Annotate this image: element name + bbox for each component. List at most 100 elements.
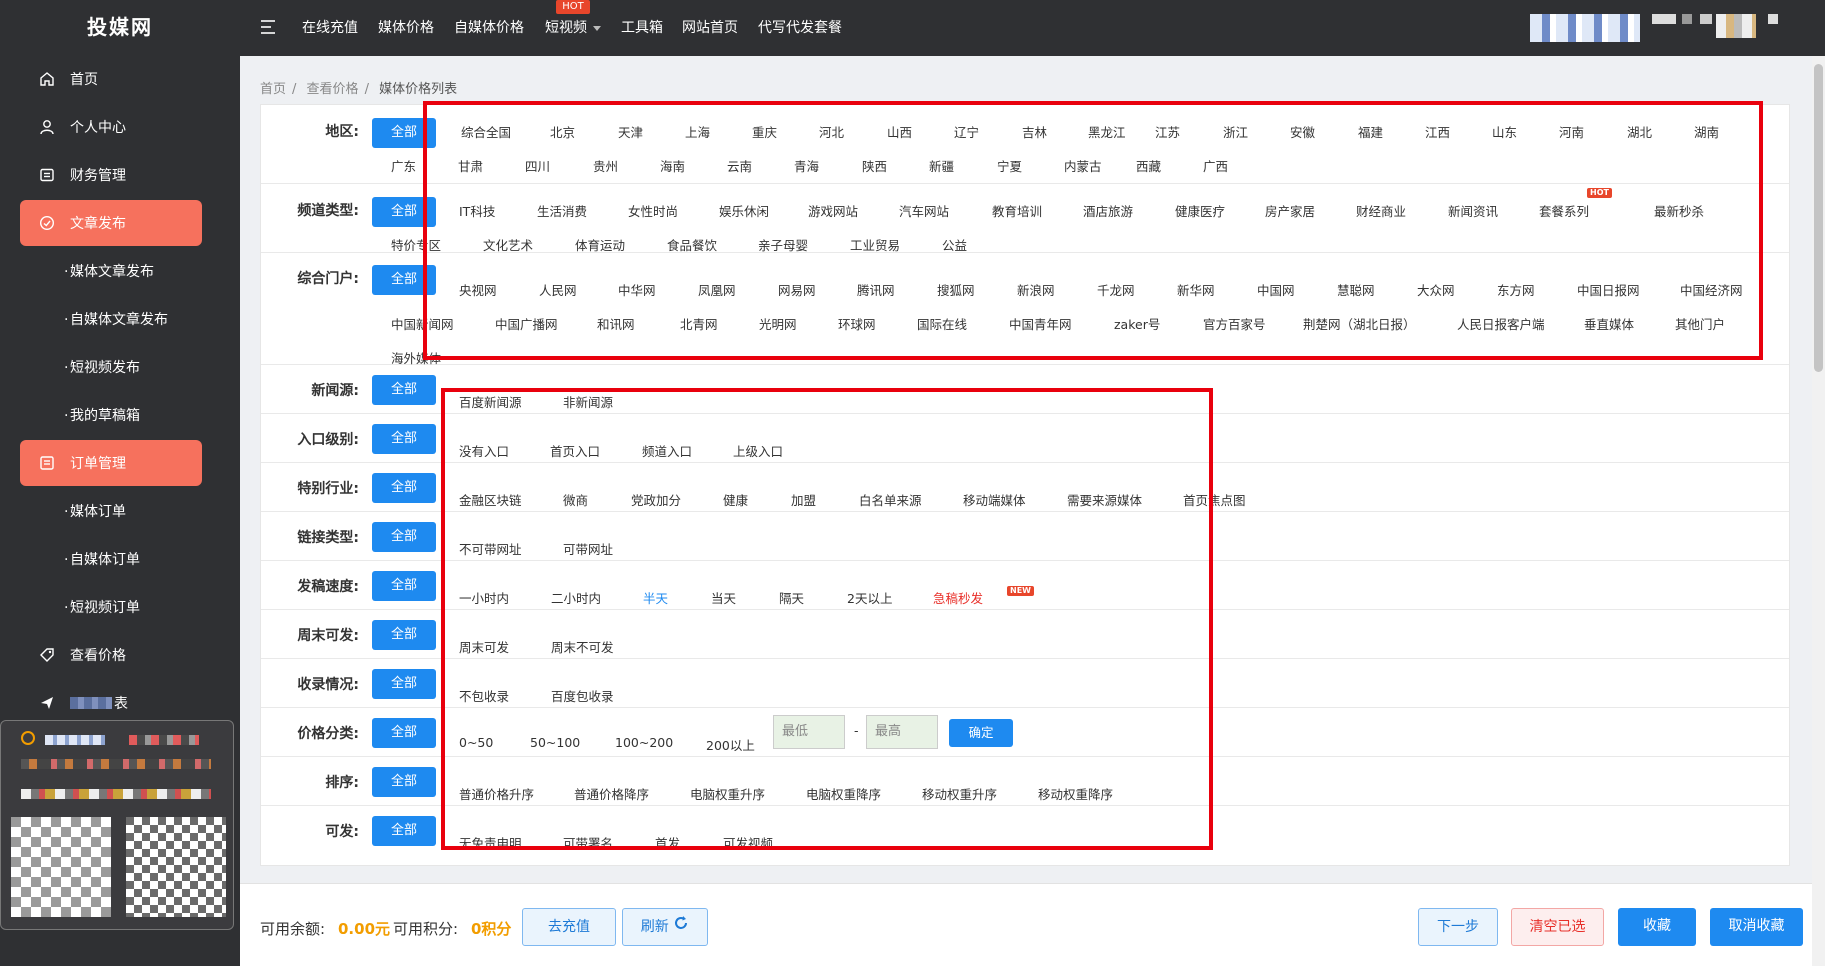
filter-option[interactable]: 可带网址 [563, 539, 613, 558]
filter-option[interactable]: IT科技 [459, 201, 495, 220]
filter-option[interactable]: 新疆 [929, 156, 954, 175]
filter-option[interactable]: 不包收录 [459, 686, 509, 705]
filter-option[interactable]: 汽车网站 [899, 201, 949, 220]
filter-option[interactable]: 房产家居 [1265, 201, 1315, 220]
recharge-button[interactable]: 去充值 [522, 908, 616, 946]
filter-option[interactable]: 北京 [550, 122, 575, 141]
filter-option[interactable]: zaker号 [1114, 314, 1160, 333]
filter-option[interactable]: 浙江 [1223, 122, 1248, 141]
filter-all-button[interactable]: 全部 [372, 118, 436, 148]
filter-option[interactable]: 食品餐饮 [667, 235, 717, 254]
filter-option[interactable]: 网易网 [778, 280, 816, 299]
filter-option[interactable]: 首发 [655, 833, 680, 852]
price-confirm-button[interactable]: 确定 [949, 719, 1013, 747]
filter-option[interactable]: 健康医疗 [1175, 201, 1225, 220]
nav-toolbox[interactable]: 工具箱 [621, 0, 663, 56]
breadcrumb-home[interactable]: 首页 [260, 82, 286, 97]
filter-option[interactable]: 云南 [727, 156, 752, 175]
filter-option[interactable]: 上级入口 [733, 441, 783, 460]
scrollbar-thumb[interactable] [1814, 64, 1823, 372]
filter-option[interactable]: 半天 [643, 588, 668, 607]
filter-option[interactable]: 100~200 [615, 735, 673, 750]
menu-toggle-icon[interactable] [260, 18, 278, 36]
filter-option[interactable]: 中国经济网 [1680, 280, 1743, 299]
filter-option[interactable]: 需要来源媒体 [1067, 490, 1142, 509]
filter-option[interactable]: 西藏 [1136, 156, 1161, 175]
favorite-button[interactable]: 收藏 [1618, 908, 1696, 946]
filter-all-button[interactable]: 全部 [372, 767, 436, 797]
filter-option[interactable]: 山西 [887, 122, 912, 141]
filter-option[interactable]: 河南 [1559, 122, 1584, 141]
filter-option[interactable]: 非新闻源 [563, 392, 613, 411]
next-step-button[interactable]: 下一步 [1418, 908, 1498, 946]
filter-option[interactable]: 生活消费 [537, 201, 587, 220]
filter-option[interactable]: 无免责申明 [459, 833, 522, 852]
filter-option[interactable]: 首页入口 [550, 441, 600, 460]
filter-option[interactable]: 广西 [1203, 156, 1228, 175]
filter-option[interactable]: 重庆 [752, 122, 777, 141]
filter-option[interactable]: 中华网 [618, 280, 656, 299]
filter-option[interactable]: 亲子母婴 [758, 235, 808, 254]
filter-option[interactable]: 北青网 [680, 314, 718, 333]
filter-option[interactable]: 海南 [660, 156, 685, 175]
filter-option[interactable]: 周末不可发 [551, 637, 614, 656]
filter-option[interactable]: 娱乐休闲 [719, 201, 769, 220]
filter-option[interactable]: 加盟 [791, 490, 816, 509]
filter-option[interactable]: 综合全国 [461, 122, 511, 141]
filter-option[interactable]: 可带署名 [563, 833, 613, 852]
filter-all-button[interactable]: 全部 [372, 816, 436, 846]
filter-option[interactable]: 首页焦点图 [1183, 490, 1246, 509]
filter-option[interactable]: 财经商业 [1356, 201, 1406, 220]
filter-option[interactable]: 公益 [942, 235, 967, 254]
filter-option[interactable]: 酒店旅游 [1083, 201, 1133, 220]
app-logo[interactable]: 投媒网 [0, 0, 240, 56]
filter-option[interactable]: 广东 [391, 156, 416, 175]
filter-option[interactable]: 四川 [525, 156, 550, 175]
page-scrollbar[interactable] [1812, 56, 1825, 966]
filter-all-button[interactable]: 全部 [372, 571, 436, 601]
filter-option[interactable]: 青海 [794, 156, 819, 175]
filter-option[interactable]: 中国广播网 [495, 314, 558, 333]
sidebar-subitem-media-orders[interactable]: 媒体订单 [64, 497, 126, 527]
filter-option[interactable]: 和讯网 [597, 314, 635, 333]
filter-option[interactable]: 湖北 [1627, 122, 1652, 141]
nav-recharge[interactable]: 在线充值 [302, 0, 358, 56]
filter-option[interactable]: 移动权重升序 [922, 784, 997, 803]
filter-option[interactable]: 特价专区 [391, 235, 441, 254]
sidebar-item-article-publish[interactable]: 文章发布 [20, 200, 202, 246]
filter-option[interactable]: 频道入口 [642, 441, 692, 460]
filter-all-button[interactable]: 全部 [372, 473, 436, 503]
filter-option[interactable]: 百度包收录 [551, 686, 614, 705]
filter-option[interactable]: 教育培训 [992, 201, 1042, 220]
filter-option[interactable]: 移动端媒体 [963, 490, 1026, 509]
filter-option[interactable]: 光明网 [759, 314, 797, 333]
filter-option[interactable]: 新华网 [1177, 280, 1215, 299]
filter-option[interactable]: 千龙网 [1097, 280, 1135, 299]
filter-option[interactable]: 隔天 [779, 588, 804, 607]
filter-option[interactable]: 一小时内 [459, 588, 509, 607]
filter-all-button[interactable]: 全部 [372, 669, 436, 699]
sidebar-subitem-media-article[interactable]: 媒体文章发布 [64, 257, 154, 287]
refresh-button[interactable]: 刷新 [622, 908, 708, 946]
filter-option[interactable]: 移动权重降序 [1038, 784, 1113, 803]
sidebar-subitem-video-orders[interactable]: 短视频订单 [64, 593, 140, 623]
filter-option[interactable]: 2天以上 [847, 588, 892, 607]
filter-option[interactable]: 辽宁 [954, 122, 979, 141]
filter-option[interactable]: 安徽 [1290, 122, 1315, 141]
filter-option[interactable]: 其他门户 [1675, 314, 1725, 333]
unfavorite-button[interactable]: 取消收藏 [1710, 908, 1803, 946]
filter-option[interactable]: 福建 [1358, 122, 1383, 141]
filter-option[interactable]: 贵州 [593, 156, 618, 175]
sidebar-item-finance[interactable]: 财务管理 [20, 152, 202, 198]
filter-option[interactable]: 人民网 [539, 280, 577, 299]
filter-option[interactable]: 黑龙江 [1088, 122, 1126, 141]
filter-option[interactable]: 荆楚网（湖北日报） [1303, 314, 1416, 333]
filter-option[interactable]: 国际在线 [917, 314, 967, 333]
filter-option[interactable]: 中国青年网 [1009, 314, 1072, 333]
filter-option[interactable]: 0~50 [459, 735, 493, 750]
filter-option[interactable]: 微商 [563, 490, 588, 509]
nav-media-price[interactable]: 媒体价格 [378, 0, 434, 56]
filter-option[interactable]: 周末可发 [459, 637, 509, 656]
filter-option[interactable]: 人民日报客户端 [1457, 314, 1545, 333]
nav-selfmedia-price[interactable]: 自媒体价格 [454, 0, 524, 56]
